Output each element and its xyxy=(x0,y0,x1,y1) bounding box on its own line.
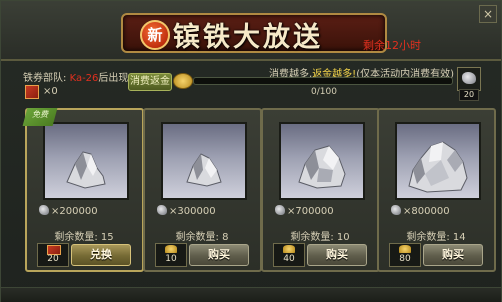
rebate-progress-bar xyxy=(193,77,453,85)
time-remaining: 剩余12小时 xyxy=(363,39,421,52)
price-box: 80 xyxy=(389,243,421,267)
price-box: 20 xyxy=(37,243,69,267)
close-button[interactable]: × xyxy=(479,5,497,23)
price-value: 20 xyxy=(47,254,59,264)
ore-quantity: ×300000 xyxy=(157,205,247,217)
iron-ore-image xyxy=(395,122,481,200)
free-ribbon: 免费 xyxy=(22,108,58,126)
remaining-stock: 剩余数量: 14 xyxy=(406,232,466,243)
rebate-reward-count: 20 xyxy=(459,89,479,101)
bottom-bar xyxy=(1,287,501,302)
coupon-count: ×0 xyxy=(43,86,58,97)
ore-quantity-value: ×800000 xyxy=(403,206,450,217)
buy-button[interactable]: 购买 xyxy=(189,244,249,266)
gold-ingot-icon xyxy=(173,73,193,89)
offer-card-2: ×300000 剩余数量: 8 10 购买 xyxy=(143,108,262,272)
offer-card-4: ×800000 剩余数量: 14 80 购买 xyxy=(377,108,496,272)
iron-ore-image xyxy=(43,122,129,200)
ore-quantity-value: ×200000 xyxy=(51,206,98,217)
price-box: 10 xyxy=(155,243,187,267)
price-value: 80 xyxy=(399,254,411,264)
iron-ore-icon xyxy=(391,205,401,215)
gold-ingot-icon xyxy=(399,245,411,253)
iron-ore-image xyxy=(161,122,247,200)
buy-button[interactable]: 购买 xyxy=(307,244,367,266)
rebate-progress-text: 0/100 xyxy=(311,87,337,97)
rebate-label: 消费返金 xyxy=(128,73,172,91)
iron-ore-icon xyxy=(298,145,346,189)
coupon-note-prefix: 铁券部队: xyxy=(23,73,70,84)
iron-ore-icon xyxy=(408,141,468,193)
iron-ore-icon xyxy=(39,205,49,215)
ore-quantity-value: ×300000 xyxy=(169,206,216,217)
event-window: 新 镔铁大放送 剩余12小时 × 铁券部队: Ka-26后出现 ×0 消费返金 … xyxy=(0,0,502,302)
offer-card-1: 免费 ×200000 剩余数量: 15 20 兑换 xyxy=(22,108,144,272)
ore-quantity: ×800000 xyxy=(391,205,481,217)
price-value: 40 xyxy=(283,254,295,264)
iron-ore-icon xyxy=(186,153,222,187)
offer-card-3: ×700000 剩余数量: 10 40 购买 xyxy=(261,108,380,272)
iron-ore-icon xyxy=(275,205,285,215)
remaining-stock: 剩余数量: 15 xyxy=(54,232,114,243)
iron-ore-image xyxy=(279,122,365,200)
ore-quantity: ×200000 xyxy=(39,205,129,217)
event-title: 镔铁大放送 xyxy=(173,22,323,53)
title-bar: 新 镔铁大放送 剩余12小时 × xyxy=(1,1,501,61)
coupon-note-suffix: 后出现 xyxy=(98,73,129,84)
iron-ore-icon xyxy=(66,151,106,189)
exchange-button[interactable]: 兑换 xyxy=(71,244,131,266)
remaining-stock: 剩余数量: 8 xyxy=(175,232,229,243)
remaining-stock: 剩余数量: 10 xyxy=(290,232,350,243)
gold-ingot-icon xyxy=(165,245,177,253)
new-badge: 新 xyxy=(140,20,170,50)
gold-ingot-icon xyxy=(283,245,295,253)
coupon-note-highlight: Ka-26 xyxy=(69,73,99,84)
coupon-note: 铁券部队: Ka-26后出现 xyxy=(23,69,128,84)
ore-quantity-value: ×700000 xyxy=(287,206,334,217)
iron-ore-icon xyxy=(462,72,476,84)
buy-button[interactable]: 购买 xyxy=(423,244,483,266)
rebate-reward-slot[interactable] xyxy=(457,67,481,91)
iron-ore-icon xyxy=(157,205,167,215)
price-value: 10 xyxy=(165,254,177,264)
ore-quantity: ×700000 xyxy=(275,205,365,217)
price-box: 40 xyxy=(273,243,305,267)
coupon-icon xyxy=(25,85,39,99)
